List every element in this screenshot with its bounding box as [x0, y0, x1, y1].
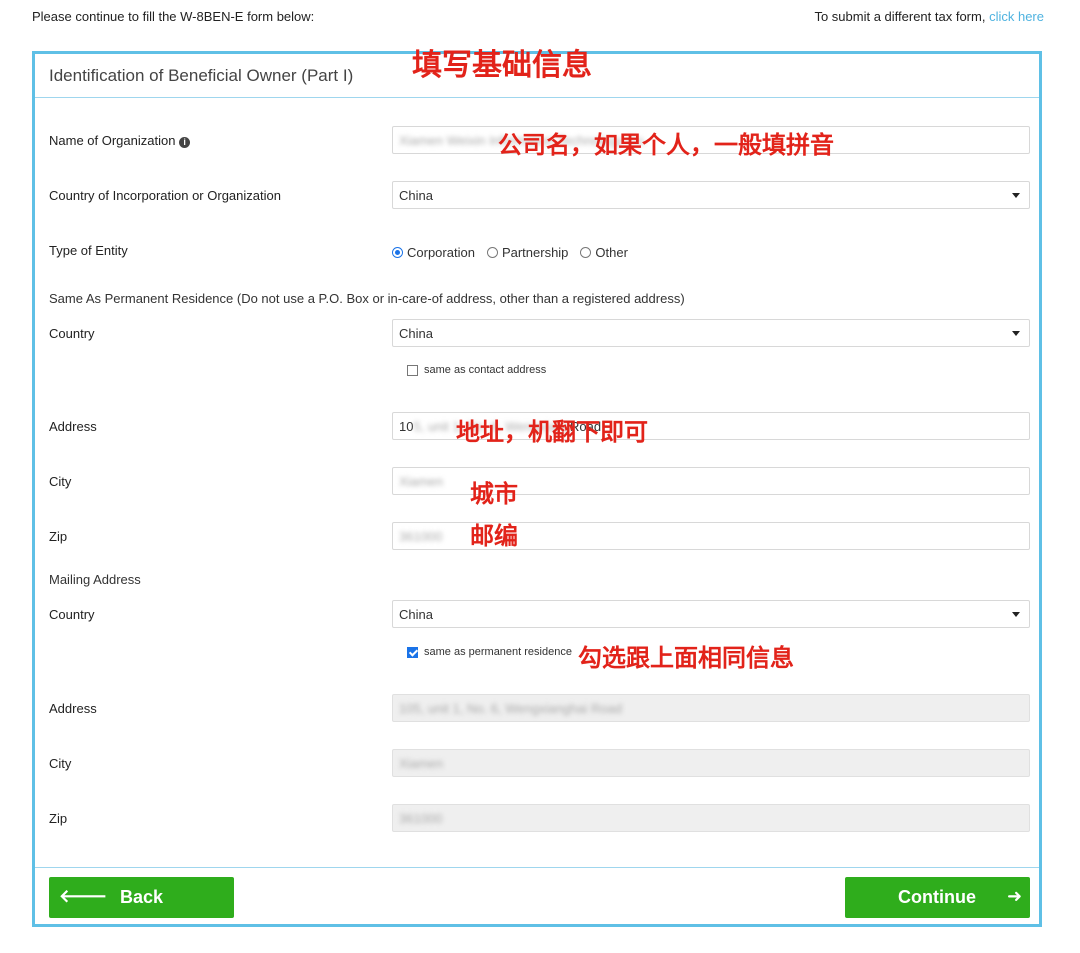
info-icon[interactable]: i — [179, 137, 191, 148]
perm-city-label: City — [49, 474, 72, 489]
radio-corporation[interactable]: Corporation — [392, 245, 475, 260]
arrow-left-icon: 🡐 — [59, 886, 108, 906]
mail-address-label: Address — [49, 701, 97, 716]
same-as-contact-checkbox[interactable]: same as contact address — [407, 364, 546, 376]
mail-city-label: City — [49, 756, 72, 771]
chevron-down-icon — [1012, 331, 1020, 336]
checkbox-checked-icon[interactable] — [407, 646, 418, 658]
mail-country-label: Country — [49, 607, 95, 622]
annotation-zip: 邮编 — [470, 522, 518, 550]
checkbox-icon[interactable] — [407, 364, 418, 376]
annotation-address: 地址，机翻下即可 — [456, 418, 648, 446]
click-here-link[interactable]: click here — [989, 9, 1044, 24]
org-name-label: Name of Organization i — [49, 133, 191, 148]
form-instruction: Please continue to fill the W-8BEN-E for… — [32, 9, 315, 24]
back-button[interactable]: 🡐 Back — [49, 877, 234, 918]
continue-button[interactable]: Continue ➜ — [845, 877, 1030, 918]
mail-country-select[interactable]: China — [392, 600, 1030, 628]
chevron-down-icon — [1012, 193, 1020, 198]
perm-address-label: Address — [49, 419, 97, 434]
footer-divider — [35, 867, 1039, 868]
identification-panel: Identification of Beneficial Owner (Part… — [32, 51, 1042, 927]
annotation-same-info: 勾选跟上面相同信息 — [578, 644, 794, 672]
permanent-residence-heading: Same As Permanent Residence (Do not use … — [49, 291, 685, 306]
radio-icon[interactable] — [486, 247, 498, 258]
annotation-basic-info: 填写基础信息 — [412, 48, 592, 83]
mail-city-input: Xiamen — [392, 749, 1030, 777]
perm-country-select[interactable]: China — [392, 319, 1030, 347]
mail-zip-label: Zip — [49, 811, 68, 826]
entity-type-radio-group: Corporation Partnership Other — [392, 245, 628, 260]
country-inc-select[interactable]: China — [392, 181, 1030, 209]
radio-other[interactable]: Other — [580, 245, 628, 260]
alt-form-text: To submit a different tax form, — [814, 9, 986, 24]
perm-zip-label: Zip — [49, 529, 68, 544]
radio-icon[interactable] — [580, 247, 592, 258]
annotation-company-name: 公司名，如果个人，一般填拼音 — [498, 131, 834, 159]
alt-form-text-wrap: To submit a different tax form, click he… — [814, 9, 1044, 24]
top-bar: Please continue to fill the W-8BEN-E for… — [32, 9, 1044, 27]
annotation-city: 城市 — [470, 480, 518, 508]
radio-checked-icon[interactable] — [392, 247, 403, 258]
mail-address-input: 105, unit 1, No. 6, Wengxianghai Road — [392, 694, 1030, 722]
title-divider — [35, 97, 1039, 98]
entity-type-label: Type of Entity — [49, 243, 128, 258]
chevron-down-icon — [1012, 612, 1020, 617]
radio-partnership[interactable]: Partnership — [486, 245, 568, 260]
country-inc-label: Country of Incorporation or Organization — [49, 188, 281, 203]
perm-country-label: Country — [49, 326, 95, 341]
arrow-right-icon: ➜ — [1007, 886, 1023, 906]
mail-zip-input: 361000 — [392, 804, 1030, 832]
panel-title: Identification of Beneficial Owner (Part… — [49, 66, 354, 85]
same-as-permanent-checkbox[interactable]: same as permanent residence — [407, 646, 572, 658]
mailing-address-heading: Mailing Address — [49, 572, 141, 587]
